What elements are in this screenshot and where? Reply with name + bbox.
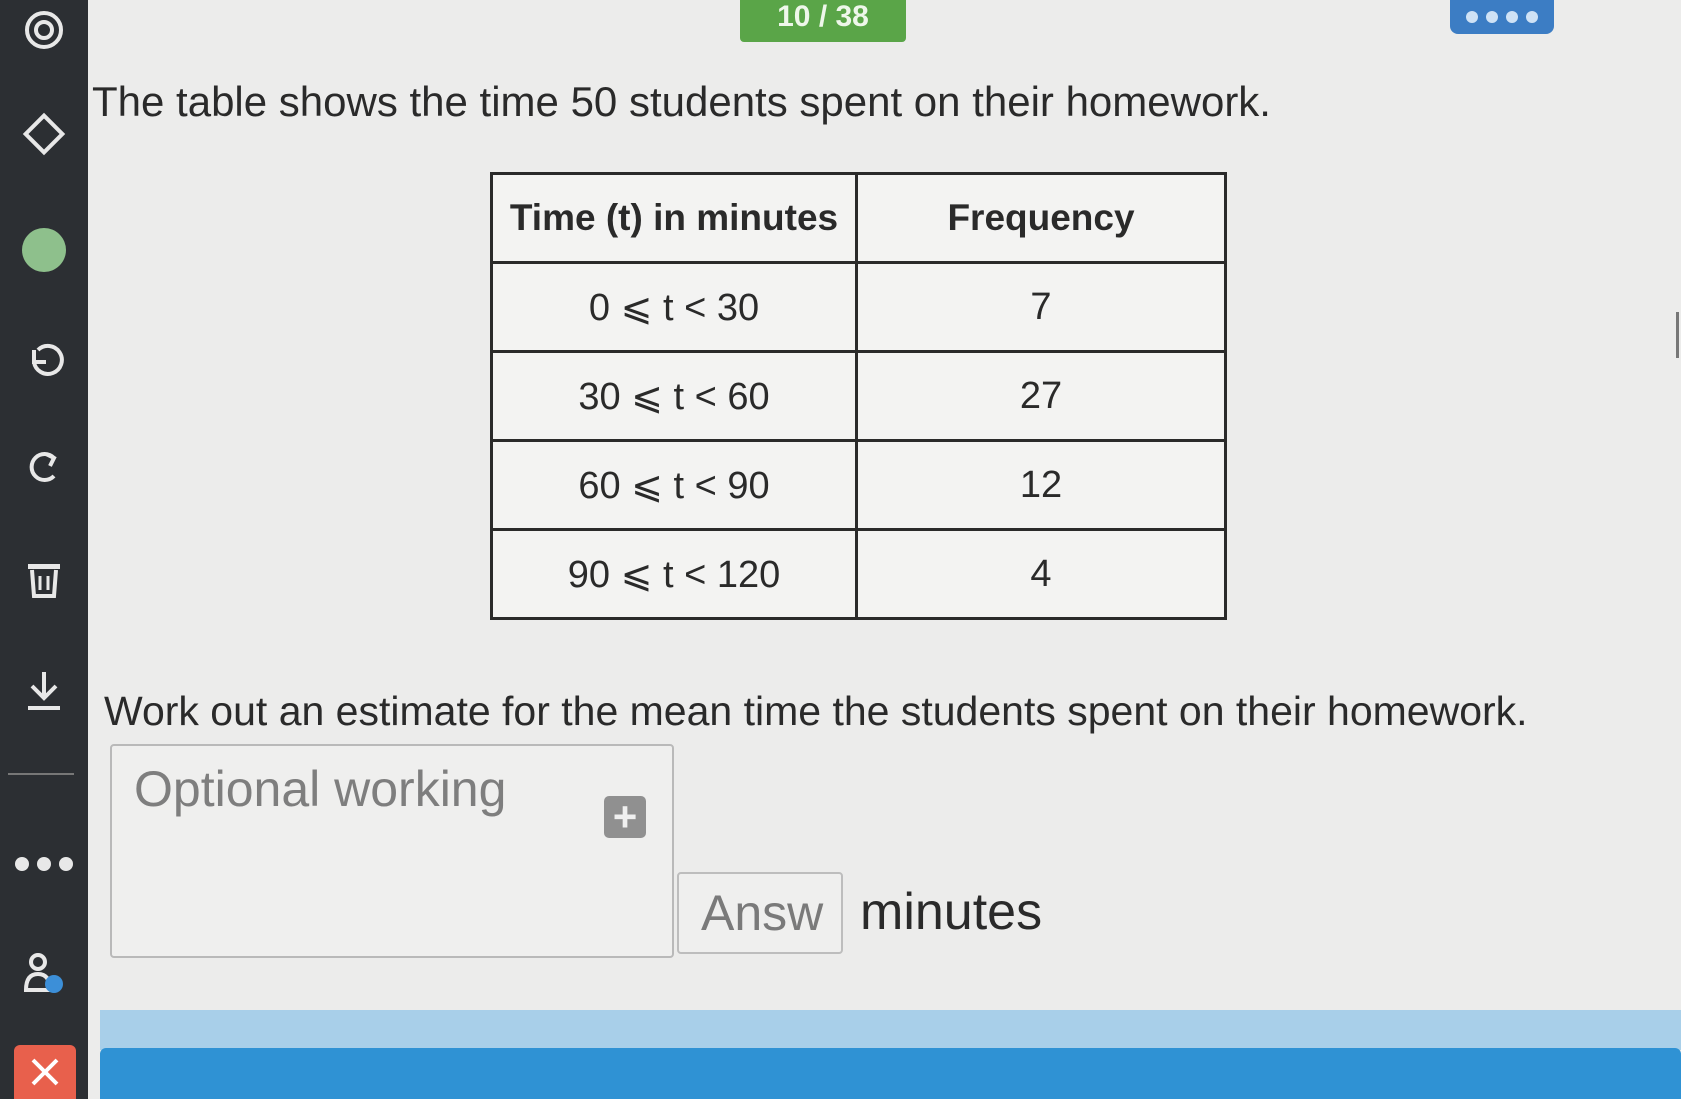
table-header: Time (t) in minutes bbox=[490, 172, 858, 264]
dot-icon bbox=[1466, 11, 1478, 23]
frequency-table: Time (t) in minutes Frequency 0 ⩽ t < 30… bbox=[490, 172, 1227, 620]
color-dot-icon[interactable] bbox=[0, 220, 88, 280]
redo-icon[interactable] bbox=[0, 436, 88, 496]
optional-working-box[interactable]: Optional working + bbox=[110, 744, 674, 958]
question-progress: 10 / 38 bbox=[740, 0, 906, 42]
table-row: 60 ⩽ t < 90 12 bbox=[490, 439, 1227, 531]
bottom-navigation-bar[interactable] bbox=[100, 1048, 1681, 1099]
close-icon[interactable] bbox=[14, 1045, 76, 1099]
scroll-indicator[interactable] bbox=[1676, 312, 1679, 358]
frequency-cell: 12 bbox=[855, 439, 1227, 531]
bottom-strip bbox=[100, 1010, 1681, 1050]
dot-icon bbox=[1506, 11, 1518, 23]
question-intro: The table shows the time 50 students spe… bbox=[92, 78, 1271, 125]
time-interval-cell: 0 ⩽ t < 30 bbox=[490, 261, 858, 353]
dot-icon bbox=[1486, 11, 1498, 23]
add-working-button[interactable]: + bbox=[604, 796, 646, 838]
answer-input[interactable] bbox=[677, 872, 843, 954]
more-icon[interactable] bbox=[0, 834, 88, 894]
frequency-cell: 4 bbox=[855, 528, 1227, 620]
progress-dots-badge[interactable] bbox=[1450, 0, 1554, 34]
undo-icon[interactable] bbox=[0, 330, 88, 390]
time-interval-cell: 90 ⩽ t < 120 bbox=[490, 528, 858, 620]
frequency-cell: 7 bbox=[855, 261, 1227, 353]
sidebar-divider bbox=[8, 773, 74, 775]
time-interval-cell: 60 ⩽ t < 90 bbox=[490, 439, 858, 531]
question-instruction: Work out an estimate for the mean time t… bbox=[104, 688, 1528, 734]
trash-icon[interactable] bbox=[0, 548, 88, 608]
download-icon[interactable] bbox=[0, 660, 88, 720]
target-icon[interactable] bbox=[0, 0, 88, 60]
table-header: Frequency bbox=[855, 172, 1227, 264]
working-placeholder: Optional working bbox=[134, 761, 507, 817]
table-row: 90 ⩽ t < 120 4 bbox=[490, 528, 1227, 620]
frequency-cell: 27 bbox=[855, 350, 1227, 442]
dot-icon bbox=[1526, 11, 1538, 23]
sidebar bbox=[0, 0, 88, 1099]
answer-unit: minutes bbox=[860, 883, 1043, 941]
user-help-icon[interactable] bbox=[0, 944, 88, 1004]
table-row: 30 ⩽ t < 60 27 bbox=[490, 350, 1227, 442]
table-row: 0 ⩽ t < 30 7 bbox=[490, 261, 1227, 353]
eraser-icon[interactable] bbox=[0, 104, 88, 164]
time-interval-cell: 30 ⩽ t < 60 bbox=[490, 350, 858, 442]
